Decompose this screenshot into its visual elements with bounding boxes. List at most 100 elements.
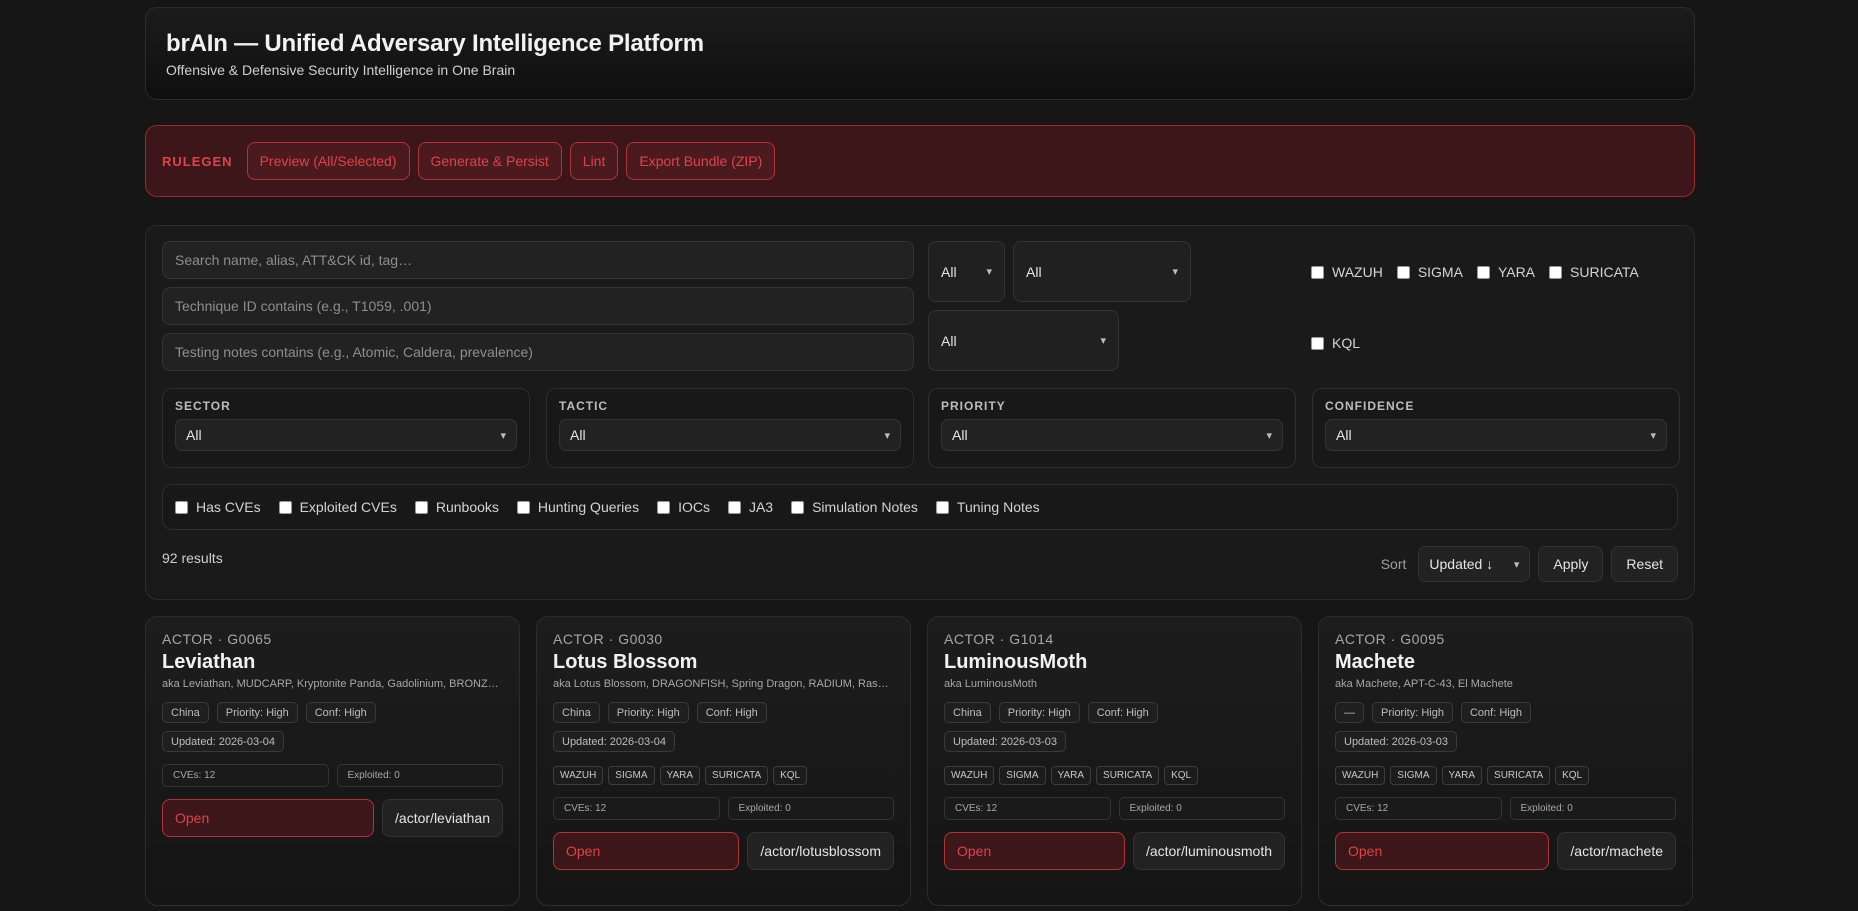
- actor-id: ACTOR · G0095: [1335, 631, 1445, 647]
- search-input[interactable]: Search name, alias, ATT&CK id, tag…: [162, 241, 914, 279]
- category-select[interactable]: All ▾: [1013, 241, 1191, 302]
- rule-tag: SIGMA: [1390, 766, 1437, 785]
- chevron-down-icon: ▾: [1266, 429, 1272, 442]
- open-button[interactable]: Open: [944, 832, 1125, 870]
- chevron-down-icon: ▾: [500, 429, 506, 442]
- checkbox-icon[interactable]: [1396, 265, 1410, 279]
- checkbox-icon[interactable]: [1549, 265, 1563, 279]
- open-button[interactable]: Open: [1335, 832, 1550, 870]
- filters-panel: Search name, alias, ATT&CK id, tag… Tech…: [145, 225, 1695, 600]
- rule-tag: KQL: [1555, 766, 1590, 785]
- apply-button[interactable]: Apply: [1538, 546, 1604, 582]
- chevron-down-icon: ▾: [1172, 266, 1178, 278]
- cve-stats: CVEs: 12 Exploited: 0: [1335, 797, 1676, 820]
- cve-stats: CVEs: 12 Exploited: 0: [162, 764, 503, 787]
- checkbox-icon[interactable]: [1311, 336, 1324, 350]
- cves-stat: CVEs: 12: [553, 797, 720, 820]
- confidence-select[interactable]: All ▾: [1325, 419, 1667, 451]
- checkbox-icon[interactable]: [278, 500, 292, 514]
- confidence-badge: Conf: High: [1087, 702, 1158, 723]
- sort-select[interactable]: Updated ↓ ▾: [1418, 546, 1531, 582]
- suricata-checkbox[interactable]: SURICATA: [1549, 264, 1639, 280]
- testing-notes-input[interactable]: Testing notes contains (e.g., Atomic, Ca…: [162, 333, 914, 371]
- rule-tag: SURICATA: [1096, 766, 1160, 785]
- simulation-notes-checkbox[interactable]: Simulation Notes: [791, 499, 918, 515]
- rule-tag: WAZUH: [553, 766, 604, 785]
- ja3-checkbox[interactable]: JA3: [727, 499, 773, 515]
- wazuh-checkbox[interactable]: WAZUH: [1311, 264, 1383, 280]
- tuning-notes-checkbox[interactable]: Tuning Notes: [935, 499, 1040, 515]
- checkbox-icon[interactable]: [727, 500, 741, 514]
- checkbox-icon[interactable]: [516, 500, 530, 514]
- actor-card: ACTOR · G0095 Machete aka Machete, APT-C…: [1318, 616, 1693, 906]
- updated-badge: Updated: 2026-03-04: [553, 731, 675, 752]
- rule-tag: KQL: [773, 766, 808, 785]
- sector-select[interactable]: All ▾: [175, 419, 517, 451]
- cves-stat: CVEs: 12: [162, 764, 329, 787]
- actor-id: ACTOR · G1014: [944, 631, 1054, 647]
- yara-checkbox[interactable]: YARA: [1476, 264, 1535, 280]
- checkbox-icon[interactable]: [1476, 265, 1490, 279]
- chevron-down-icon: ▾: [884, 429, 890, 442]
- kql-checkbox[interactable]: KQL: [1311, 335, 1360, 351]
- exploited-stat: Exploited: 0: [336, 764, 503, 787]
- runbooks-checkbox[interactable]: Runbooks: [414, 499, 499, 515]
- export-bundle-button[interactable]: Export Bundle (ZIP): [626, 142, 776, 180]
- actor-link[interactable]: /actor/luminousmoth: [1132, 832, 1285, 870]
- checkbox-icon[interactable]: [175, 500, 188, 514]
- country-badge: China: [553, 702, 600, 723]
- actor-aliases: aka Machete, APT-C-43, El Machete: [1335, 678, 1513, 690]
- actor-id: ACTOR · G0030: [553, 631, 663, 647]
- confidence-label: CONFIDENCE: [1325, 399, 1415, 413]
- actor-link[interactable]: /actor/machete: [1557, 832, 1676, 870]
- rule-type-checkboxes: WAZUH SIGMA YARA SURICATA: [1311, 264, 1639, 280]
- technique-id-input[interactable]: Technique ID contains (e.g., T1059, .001…: [162, 287, 914, 325]
- actor-badges: — Priority: High Conf: High: [1335, 702, 1676, 723]
- rule-tags: WAZUH SIGMA YARA SURICATA KQL: [1335, 766, 1676, 785]
- confidence-badge: Conf: High: [305, 702, 376, 723]
- reset-button[interactable]: Reset: [1611, 546, 1678, 582]
- status-select[interactable]: All ▾: [928, 310, 1119, 371]
- tactic-label: TACTIC: [559, 399, 609, 413]
- actor-name: Lotus Blossom: [553, 651, 698, 673]
- exploited-stat: Exploited: 0: [727, 797, 894, 820]
- exploited-cves-checkbox[interactable]: Exploited CVEs: [278, 499, 397, 515]
- type-select[interactable]: All ▾: [928, 241, 1005, 302]
- iocs-checkbox[interactable]: IOCs: [657, 499, 710, 515]
- country-badge: —: [1335, 702, 1364, 723]
- open-button[interactable]: Open: [553, 832, 740, 870]
- actor-cards: ACTOR · G0065 Leviathan aka Leviathan, M…: [145, 616, 1695, 906]
- generate-persist-button[interactable]: Generate & Persist: [417, 142, 562, 180]
- checkbox-icon[interactable]: [1311, 265, 1324, 279]
- confidence-badge: Conf: High: [696, 702, 767, 723]
- has-cves-checkbox[interactable]: Has CVEs: [175, 499, 261, 515]
- tactic-select[interactable]: All ▾: [559, 419, 901, 451]
- actor-aliases: aka Lotus Blossom, DRAGONFISH, Spring Dr…: [553, 678, 894, 690]
- page-subtitle: Offensive & Defensive Security Intellige…: [166, 62, 516, 78]
- actor-link[interactable]: /actor/lotusblossom: [747, 832, 894, 870]
- checkbox-icon[interactable]: [935, 500, 949, 514]
- hunting-queries-checkbox[interactable]: Hunting Queries: [516, 499, 639, 515]
- priority-badge: Priority: High: [216, 702, 298, 723]
- checkbox-icon[interactable]: [791, 500, 805, 514]
- rulegen-bar: RULEGEN Preview (All/Selected) Generate …: [145, 125, 1695, 197]
- checkbox-icon[interactable]: [657, 500, 671, 514]
- rule-tag: KQL: [1164, 766, 1199, 785]
- sigma-checkbox[interactable]: SIGMA: [1396, 264, 1463, 280]
- actor-card: ACTOR · G0065 Leviathan aka Leviathan, M…: [145, 616, 520, 906]
- status-select-value: All: [941, 332, 957, 349]
- preview-button[interactable]: Preview (All/Selected): [246, 142, 410, 180]
- actor-name: Machete: [1335, 651, 1416, 673]
- open-button[interactable]: Open: [162, 799, 375, 837]
- priority-label: PRIORITY: [941, 399, 1006, 413]
- tactic-filter: TACTIC All ▾: [546, 388, 914, 468]
- updated-badge: Updated: 2026-03-04: [162, 731, 284, 752]
- chevron-down-icon: ▾: [986, 266, 992, 278]
- actor-link[interactable]: /actor/leviathan: [382, 799, 503, 837]
- chevron-down-icon: ▾: [1513, 558, 1520, 571]
- rule-tag: YARA: [1441, 766, 1483, 785]
- checkbox-icon[interactable]: [414, 500, 428, 514]
- lint-button[interactable]: Lint: [569, 142, 619, 180]
- rule-tag: YARA: [1050, 766, 1092, 785]
- priority-select[interactable]: All ▾: [941, 419, 1283, 451]
